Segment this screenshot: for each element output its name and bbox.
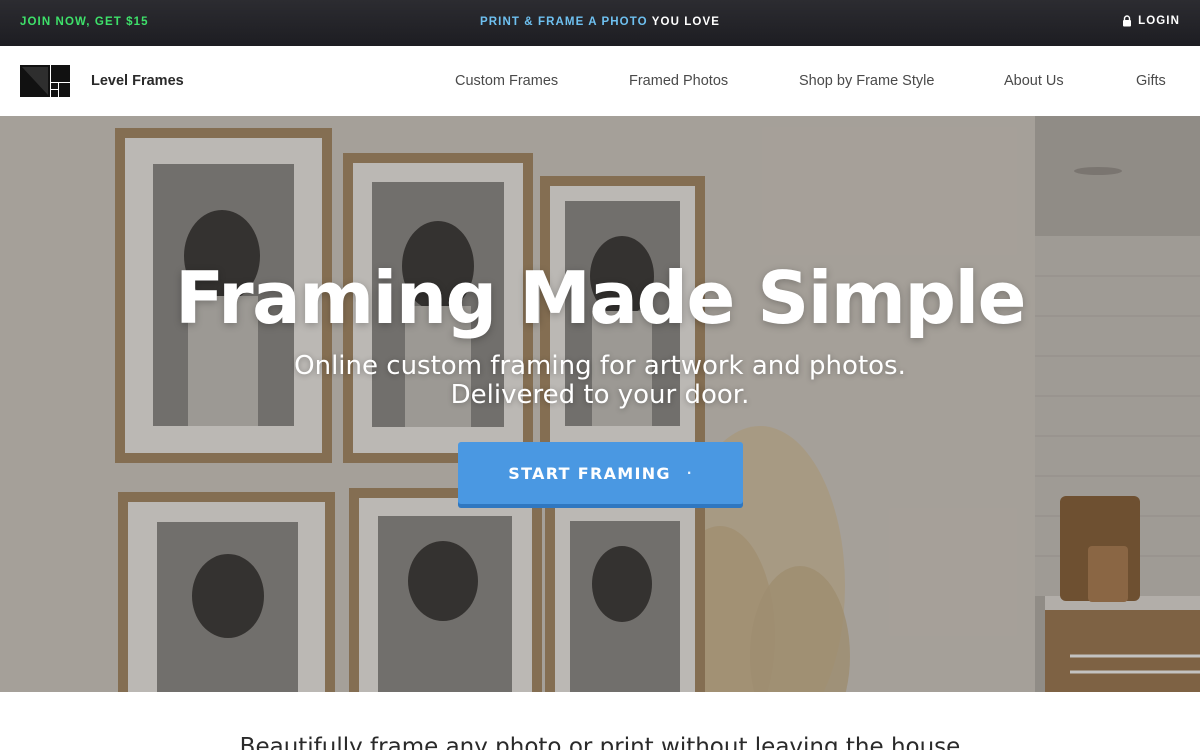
cta-arrow-icon: ·: [686, 466, 693, 480]
promo-message[interactable]: PRINT & FRAME A PHOTO YOU LOVE: [0, 16, 1200, 28]
hero-section: Framing Made Simple Online custom framin…: [0, 116, 1200, 692]
nav-gifts[interactable]: Gifts: [1136, 73, 1166, 89]
hero-subtitle: Online custom framing for artwork and ph…: [0, 352, 1200, 410]
start-framing-button[interactable]: START FRAMING ·: [458, 442, 743, 504]
brand-name[interactable]: Level Frames: [91, 73, 184, 89]
lock-icon: [1123, 15, 1132, 27]
hero-subtitle-line-1: Online custom framing for artwork and ph…: [294, 351, 906, 381]
site-header: Level Frames Custom Frames Framed Photos…: [0, 46, 1200, 116]
login-label: LOGIN: [1138, 15, 1180, 27]
promo-message-accent: PRINT & FRAME A PHOTO: [479, 16, 648, 28]
nav-framed-photos[interactable]: Framed Photos: [629, 73, 728, 89]
nav-custom-frames[interactable]: Custom Frames: [455, 73, 558, 89]
hero-subtitle-line-2: Delivered to your door.: [450, 380, 750, 410]
promo-message-rest: YOU LOVE: [651, 16, 721, 28]
hero-title: Framing Made Simple: [174, 256, 1027, 340]
login-link[interactable]: LOGIN: [1122, 15, 1180, 27]
start-framing-label: START FRAMING: [508, 463, 671, 483]
nav-shop-by-frame-style[interactable]: Shop by Frame Style: [799, 73, 934, 89]
nav-about-us[interactable]: About Us: [1004, 73, 1064, 89]
intro-heading: Beautifully frame any photo or print wit…: [239, 734, 961, 750]
promo-bar: JOIN NOW, GET $15 PRINT & FRAME A PHOTO …: [0, 0, 1200, 46]
level-frames-logo[interactable]: [20, 65, 70, 97]
